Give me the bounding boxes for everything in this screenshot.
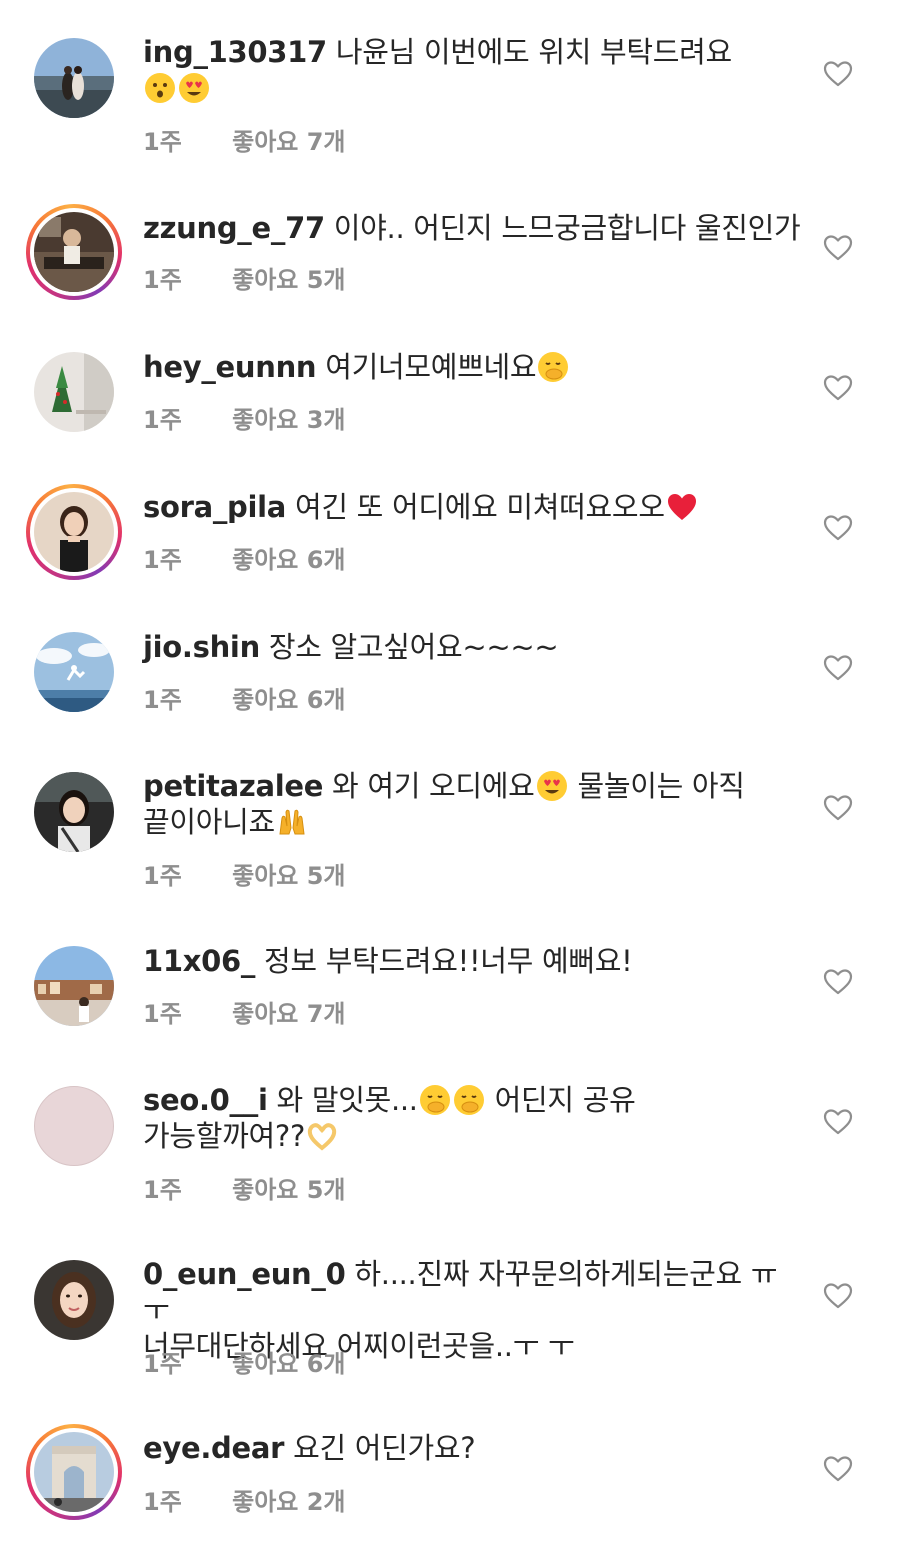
comment-meta: 1주 좋아요 7개 [143,994,346,1029]
comment-text: sora_pila 여긴 또 어디에요 미쳐떠요오오 [143,489,803,525]
comment-body: 장소 알고싶어요~~~~ [268,630,559,664]
avatar-story-ring[interactable] [26,1424,122,1520]
comment-meta: 1주 좋아요 6개 [143,680,346,715]
avatar[interactable] [34,38,114,118]
comment-likes[interactable]: 좋아요 7개 [232,1000,345,1028]
heart-eyes-emoji [178,72,210,104]
avatar-story-ring[interactable] [26,484,122,580]
comment-body-cont: 어딘지 공유 [494,1083,636,1117]
comment-body-line2: 가능할까여?? [143,1119,306,1153]
comment-username[interactable]: eye.dear [143,1431,284,1465]
comment-username[interactable]: 0_eun_eun_0 [143,1257,346,1291]
comment-meta: 1주 좋아요 3개 [143,400,346,435]
comment-likes[interactable]: 좋아요 6개 [232,686,345,714]
comment-meta: 1주 좋아요 5개 [143,260,346,295]
comment-username[interactable]: seo.0__i [143,1083,268,1117]
comment-meta: 1주 좋아요 5개 [143,856,346,891]
comment-username[interactable]: petitazalee [143,769,323,803]
hushed-face-emoji [144,72,176,104]
comment-time: 1주 [143,1176,182,1204]
avatar [34,1432,114,1512]
comment-likes[interactable]: 좋아요 2개 [232,1488,345,1516]
avatar[interactable] [34,632,114,712]
comment-body: 요긴 어딘가요? [293,1431,476,1465]
comment-time: 1주 [143,1488,182,1516]
comment-username[interactable]: jio.shin [143,630,260,664]
comment-text: ing_130317 나윤님 이번에도 위치 부탁드려요 [143,34,803,106]
comment-time: 1주 [143,1350,182,1378]
avatar[interactable] [34,946,114,1026]
comment-text: seo.0__i 와 말잇못... 어딘지 공유 가능할까여?? [143,1082,803,1154]
avatar[interactable] [34,1260,114,1340]
like-heart-icon[interactable] [822,1106,854,1138]
comment-time: 1주 [143,128,182,156]
comment-likes[interactable]: 좋아요 5개 [232,1176,345,1204]
comment-likes[interactable]: 좋아요 7개 [232,128,345,156]
like-heart-icon[interactable] [822,792,854,824]
comment-time: 1주 [143,406,182,434]
avatar[interactable] [34,352,114,432]
like-heart-icon[interactable] [822,232,854,264]
red-heart-emoji [666,491,698,523]
like-heart-icon[interactable] [822,58,854,90]
avatar[interactable] [34,772,114,852]
comment-meta: 1주 좋아요 6개 [143,1344,346,1379]
raising-hands-emoji [276,806,308,838]
like-heart-icon[interactable] [822,1280,854,1312]
comment-text: petitazalee 와 여기 오디에요 물놀이는 아직 끝이아니죠 [143,768,803,840]
avatar [34,212,114,292]
like-heart-icon[interactable] [822,372,854,404]
comment-text: hey_eunnn 여기너모예쁘네요 [143,349,803,385]
comment-time: 1주 [143,266,182,294]
avatar-story-ring[interactable] [26,204,122,300]
avatar [34,492,114,572]
like-heart-icon[interactable] [822,512,854,544]
comment-likes[interactable]: 좋아요 5개 [232,266,345,294]
comment-text: jio.shin 장소 알고싶어요~~~~ [143,629,803,665]
comment-likes[interactable]: 좋아요 6개 [232,546,345,574]
comment-time: 1주 [143,1000,182,1028]
comment-username[interactable]: 11x06_ [143,944,255,978]
comment-username[interactable]: ing_130317 [143,35,327,69]
comment-body: 와 여기 오디에요 [332,769,535,803]
like-heart-icon[interactable] [822,1453,854,1485]
like-heart-icon[interactable] [822,652,854,684]
comment-body: 나윤님 이번에도 위치 부탁드려요 [335,35,732,69]
comment-username[interactable]: hey_eunnn [143,350,317,384]
comment-meta: 1주 좋아요 5개 [143,1170,346,1205]
comment-body-cont: 물놀이는 아직 [577,769,745,803]
comment-likes[interactable]: 좋아요 3개 [232,406,345,434]
hand-over-mouth-emoji [453,1084,485,1116]
comment-body: 정보 부탁드려요!!너무 예뻐요! [264,944,633,978]
comment-time: 1주 [143,546,182,574]
hand-over-mouth-emoji [537,351,569,383]
comment-username[interactable]: sora_pila [143,490,286,524]
avatar[interactable] [34,1086,114,1166]
comment-meta: 1주 좋아요 2개 [143,1482,346,1517]
like-heart-icon[interactable] [822,966,854,998]
comment-body: 여기너모예쁘네요 [325,350,537,384]
hand-over-mouth-emoji [419,1084,451,1116]
comment-text: 11x06_ 정보 부탁드려요!!너무 예뻐요! [143,943,803,979]
comment-likes[interactable]: 좋아요 6개 [232,1350,345,1378]
comment-text: eye.dear 요긴 어딘가요? [143,1430,803,1466]
comment-body: 이야.. 어딘지 느므궁금합니다 울진인가 [333,211,801,245]
comment-meta: 1주 좋아요 7개 [143,122,346,157]
comment-time: 1주 [143,686,182,714]
comment-username[interactable]: zzung_e_77 [143,211,325,245]
comment-body-line2: 끝이아니죠 [143,805,275,839]
comment-body: 여긴 또 어디에요 미쳐떠요오오 [295,490,665,524]
comment-text: zzung_e_77 이야.. 어딘지 느므궁금합니다 울진인가 [143,210,803,246]
comment-body: 와 말잇못... [276,1083,419,1117]
heart-hands-emoji [306,1120,338,1152]
comment-likes[interactable]: 좋아요 5개 [232,862,345,890]
comment-time: 1주 [143,862,182,890]
comment-meta: 1주 좋아요 6개 [143,540,346,575]
heart-eyes-emoji [536,770,568,802]
